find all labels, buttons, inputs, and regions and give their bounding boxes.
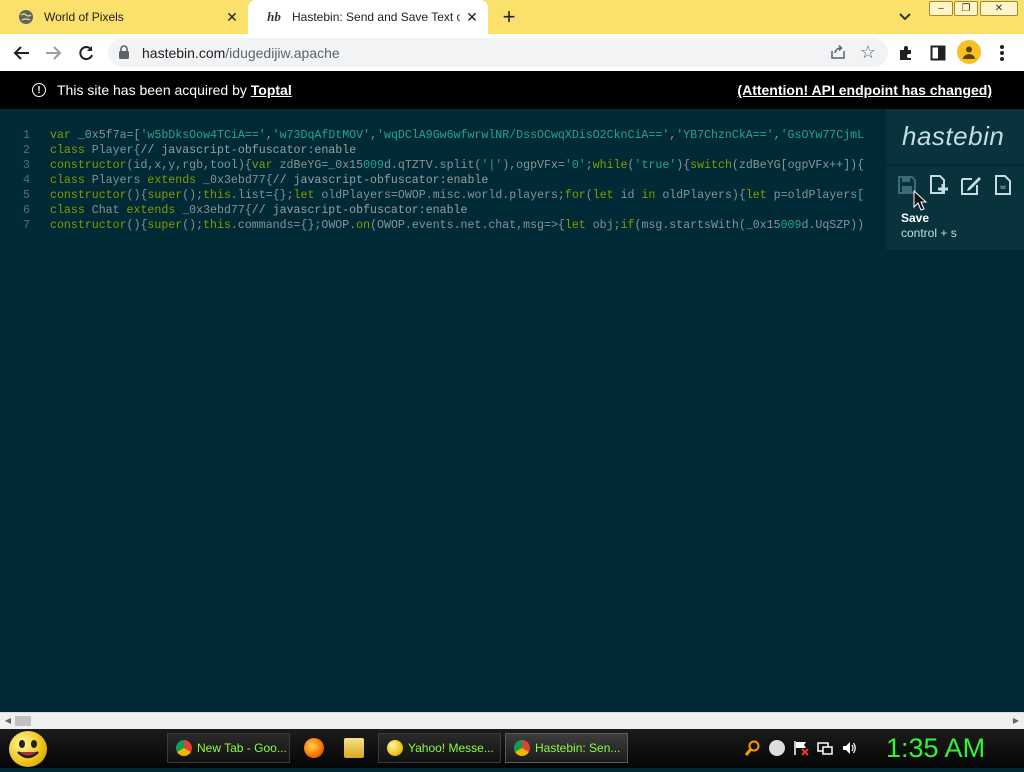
acquisition-banner: ! This site has been acquired by Toptal … [0, 71, 1024, 109]
raw-text-icon[interactable]: txt [990, 172, 1016, 198]
start-smiley-icon[interactable] [9, 731, 47, 767]
firefox-icon[interactable] [304, 738, 324, 758]
tab-strip: World of Pixels ✕ hb Hastebin: Send and … [0, 0, 1024, 34]
api-change-link[interactable]: (Attention! API endpoint has changed) [737, 82, 992, 98]
code-line: 5 constructor(){super();this.list={};let … [0, 188, 886, 203]
scroll-left-arrow-icon[interactable]: ◀ [3, 716, 13, 726]
line-number: 5 [23, 189, 30, 202]
new-tab-icon[interactable]: + [497, 5, 521, 29]
mouse-cursor-icon [912, 189, 932, 219]
minimize-icon[interactable]: – [929, 1, 953, 16]
hastebin-brand-box: hastebin [886, 109, 1024, 164]
profile-avatar-icon[interactable] [957, 40, 981, 64]
code-text: class Players extends _0x3ebd77{// javas… [50, 174, 489, 187]
line-number: 1 [23, 129, 30, 142]
chrome-icon [514, 740, 530, 756]
tab-title: World of Pixels [44, 10, 124, 24]
extensions-icon[interactable] [893, 40, 919, 66]
taskbar-item-hastebin[interactable]: Hastebin: Sen... [505, 733, 628, 763]
line-number: 3 [23, 159, 30, 172]
code-text: constructor(id,x,y,rgb,tool){var zdBeYG=… [50, 159, 865, 172]
close-tab-icon[interactable]: ✕ [464, 9, 480, 25]
tooltip-shortcut: control + s [901, 226, 957, 240]
svg-text:txt: txt [1000, 185, 1006, 191]
bookmark-star-icon[interactable]: ☆ [860, 42, 876, 63]
code-text: constructor(){super();this.list={};let o… [50, 189, 865, 202]
yahoo-messenger-icon [387, 740, 403, 756]
edit-icon[interactable] [958, 172, 984, 198]
taskbar-clock[interactable]: 1:35 AM [886, 733, 985, 764]
banner-message: This site has been acquired by Toptal [57, 82, 292, 98]
code-text: class Player{// javascript-obfuscator:en… [50, 144, 357, 157]
restore-icon[interactable]: ❐ [954, 1, 978, 16]
horizontal-scrollbar[interactable]: ◀ ▶ [0, 712, 1024, 730]
globe-icon [18, 9, 34, 25]
url-text: hastebin.com/idugedijiw.apache [142, 45, 340, 61]
info-icon: ! [32, 83, 46, 97]
toptal-link[interactable]: Toptal [251, 82, 292, 98]
folder-icon[interactable] [344, 738, 364, 758]
hastebin-actions: txt Save control + s [886, 166, 1024, 250]
hastebin-logo[interactable]: hastebin [902, 121, 1004, 152]
line-number: 2 [23, 144, 30, 157]
taskbar-item-yahoo-messenger[interactable]: Yahoo! Messe... [378, 733, 501, 763]
line-number: 6 [23, 204, 30, 217]
close-tab-icon[interactable]: ✕ [224, 9, 240, 25]
volume-icon[interactable] [841, 740, 857, 756]
tab-world-of-pixels[interactable]: World of Pixels ✕ [0, 0, 248, 34]
forward-icon[interactable] [40, 40, 66, 66]
tab-search-chevron-icon[interactable] [896, 9, 914, 25]
code-text: constructor(){super();this.commands={};O… [50, 219, 865, 232]
close-window-icon[interactable]: ✕ [980, 1, 1018, 16]
code-text: class Chat extends _0x3ebd77{// javascri… [50, 204, 468, 217]
code-line: 4 class Players extends _0x3ebd77{// java… [0, 173, 886, 188]
line-number: 4 [23, 174, 30, 187]
messenger-status-icon[interactable] [769, 740, 785, 756]
network-icon[interactable] [817, 740, 833, 756]
lock-icon[interactable] [118, 45, 130, 64]
tab-title: Hastebin: Send and Save Text or Code Sni… [292, 10, 460, 24]
code-line: 6 class Chat extends _0x3ebd77{// javascr… [0, 203, 886, 218]
tab-hastebin[interactable]: hb Hastebin: Send and Save Text or Code … [248, 0, 488, 34]
scroll-right-arrow-icon[interactable]: ▶ [1011, 716, 1021, 726]
browser-toolbar: hastebin.com/idugedijiw.apache ☆ [0, 34, 1024, 72]
code-editor[interactable]: 1 var _0x5f7a=['w5bDksOow4TCiA==','w73DqA… [0, 128, 886, 233]
code-line: 3 constructor(id,x,y,rgb,tool){var zdBeYG… [0, 158, 886, 173]
code-line: 1 var _0x5f7a=['w5bDksOow4TCiA==','w73DqA… [0, 128, 886, 143]
menu-kebab-icon[interactable] [989, 40, 1015, 66]
flag-icon[interactable] [793, 740, 809, 756]
search-icon[interactable] [744, 740, 761, 756]
share-icon[interactable] [830, 44, 846, 65]
code-line: 7 constructor(){super();this.commands={};… [0, 218, 886, 233]
taskbar-item-new-tab[interactable]: New Tab - Goo... [167, 733, 290, 763]
address-bar[interactable]: hastebin.com/idugedijiw.apache ☆ [108, 38, 888, 67]
side-panel-icon[interactable] [925, 40, 951, 66]
chrome-icon [176, 740, 192, 756]
taskbar: New Tab - Goo... Yahoo! Messe... Hastebi… [0, 729, 1024, 768]
scrollbar-thumb[interactable] [15, 716, 31, 726]
hastebin-favicon: hb [267, 9, 281, 24]
code-line: 2 class Player{// javascript-obfuscator:e… [0, 143, 886, 158]
reload-icon[interactable] [73, 40, 99, 66]
line-number: 7 [23, 219, 30, 232]
back-icon[interactable] [9, 40, 35, 66]
code-text: var _0x5f7a=['w5bDksOow4TCiA==','w73DqAf… [50, 129, 865, 142]
